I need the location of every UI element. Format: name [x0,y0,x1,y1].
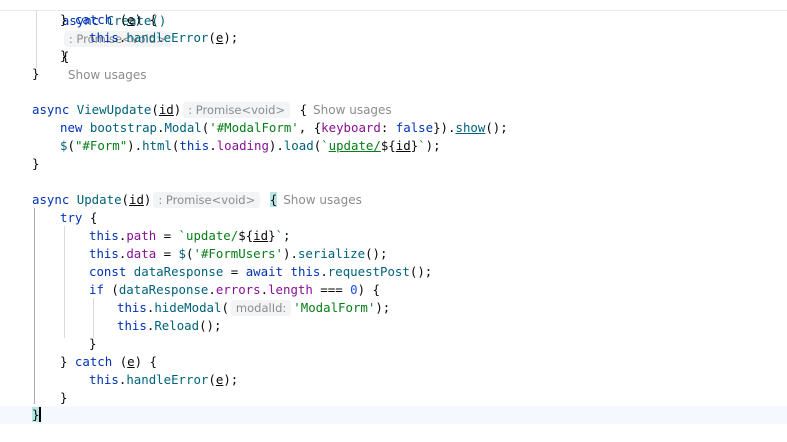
show-usages-link[interactable]: Show usages [313,103,392,117]
matched-brace: { [269,192,278,207]
type-hint: : Promise<void> [183,102,291,118]
code-line: } catch (e) { [60,354,158,369]
code-line: } [89,336,97,351]
code-line: this.Reload(); [117,318,222,333]
code-line: new bootstrap.Modal('#ModalForm', {keybo… [60,120,508,135]
code-line: $("#Form").html(this.loading).load(`upda… [60,138,441,153]
code-line: } [32,66,40,81]
code-line: const dataResponse = await this.requestP… [89,264,433,279]
indent-guide-active [34,208,35,404]
show-usages-link[interactable]: Show usages [68,68,147,82]
type-hint: : Promise<void> [153,192,261,208]
parameter-hint: modalId: [230,300,292,316]
code-line: this.path = `update/${id}`; [89,228,291,243]
code-line: async Update(id): Promise<void> {Show us… [32,192,362,208]
code-line: } [32,156,40,171]
code-line: this.handleError(e); [89,372,239,387]
code-line-current[interactable]: } [32,406,42,424]
code-line: } [60,390,68,405]
code-line: this.hideModal(modalId: 'ModalForm'); [117,300,391,316]
code-line: this.data = $('#FormUsers').serialize(); [89,246,388,261]
indent-guide [93,298,94,338]
show-usages-link[interactable]: Show usages [283,193,362,207]
code-editor[interactable]: async Create() : Promise<void> { Show us… [0,0,787,442]
code-line: } catch (e) { [60,12,158,27]
code-line: if (dataResponse.errors.length === 0) { [89,282,381,297]
code-line: } [60,48,68,63]
current-line-highlight [0,406,787,424]
matched-brace: } [32,407,40,422]
code-line: async ViewUpdate(id): Promise<void> {Sho… [32,102,392,118]
code-line: try { [60,210,98,225]
indent-guide [64,226,65,338]
code-line: this.handleError(e); [89,30,239,45]
text-caret [39,407,42,422]
